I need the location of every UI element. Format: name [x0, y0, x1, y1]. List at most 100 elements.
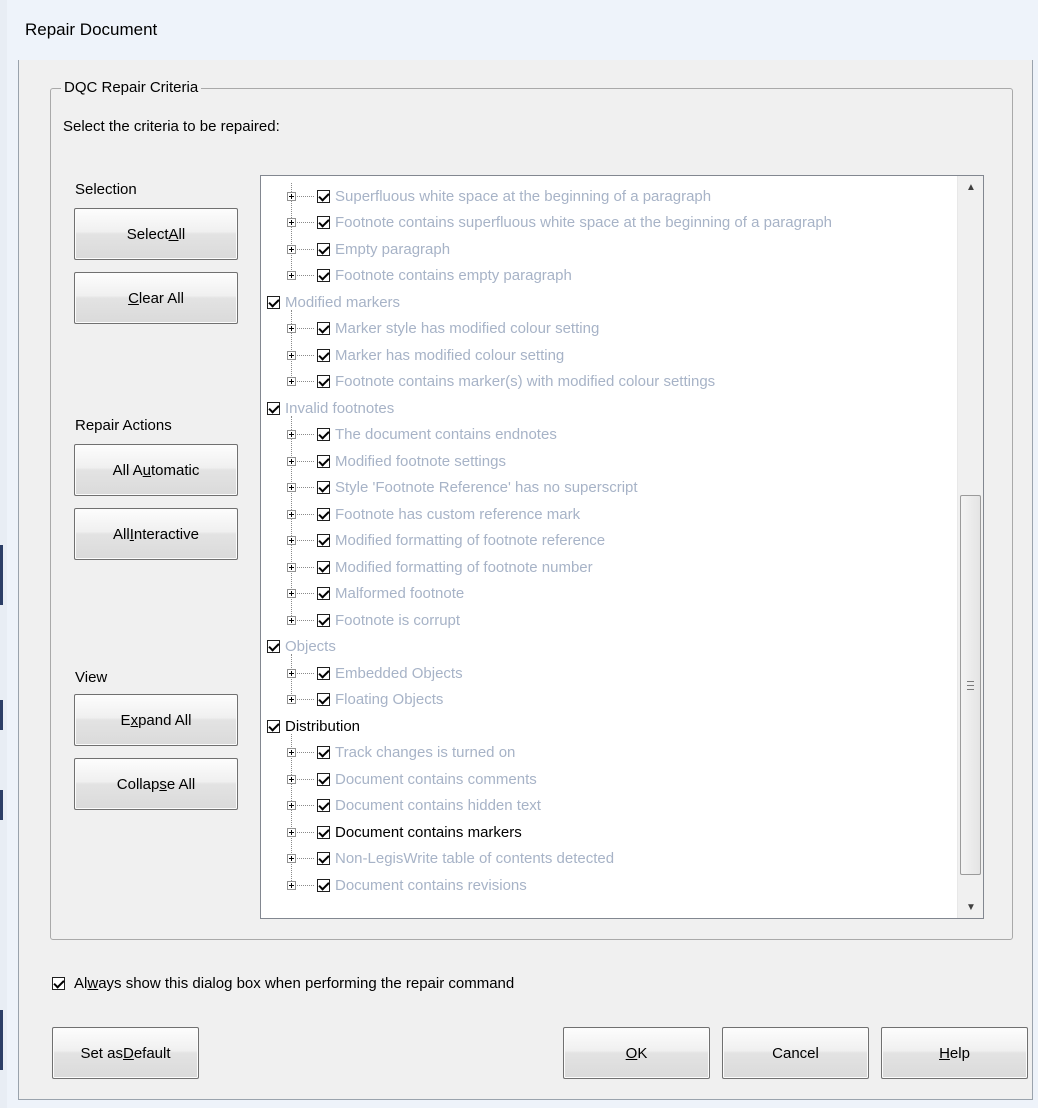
expand-plus-icon[interactable] [287, 562, 296, 572]
expand-plus-icon[interactable] [287, 191, 296, 201]
tree-item[interactable]: Empty paragraph [287, 236, 450, 262]
tree-item[interactable]: Superfluous white space at the beginning… [287, 183, 711, 209]
tree-group-node[interactable]: Objects [267, 634, 336, 660]
collapse-all-button[interactable]: Collap s e All [74, 758, 238, 810]
all-interactive-button[interactable]: All Interactive [74, 508, 238, 560]
expand-plus-icon[interactable] [287, 801, 296, 810]
tree-scrollbar[interactable]: ▲ ▼ [957, 176, 983, 918]
always-show-checkbox[interactable]: Al w ays show this dialog box when perform… [52, 975, 514, 992]
tree-item[interactable]: Document contains comments [287, 766, 537, 792]
tree-checkbox[interactable] [317, 242, 330, 256]
tree-checkbox[interactable] [317, 746, 330, 759]
tree-checkbox[interactable] [267, 640, 280, 653]
tree-item[interactable]: The document contains endnotes [287, 422, 557, 448]
tree-item[interactable]: Style 'Footnote Reference' has no supers… [287, 475, 638, 501]
scrollbar-thumb[interactable] [960, 495, 981, 875]
tree-group-node[interactable]: Invalid footnotes [267, 395, 394, 421]
tree-item[interactable]: Footnote has custom reference mark [287, 501, 580, 527]
expand-plus-icon[interactable] [287, 483, 296, 492]
expand-plus-icon[interactable] [287, 854, 296, 863]
expand-plus-icon[interactable] [287, 827, 296, 837]
tree-item[interactable]: Footnote is corrupt [287, 607, 460, 633]
expand-plus-icon[interactable] [287, 536, 296, 545]
tree-item[interactable]: Non-LegisWrite table of contents detecte… [287, 846, 614, 872]
tree-checkbox[interactable] [317, 534, 330, 547]
expand-plus-icon[interactable] [287, 218, 296, 227]
tree-item[interactable]: Modified formatting of footnote referenc… [287, 528, 605, 554]
tree-item-label: Empty paragraph [335, 240, 451, 258]
tree-checkbox[interactable] [317, 666, 330, 680]
ok-button[interactable]: OK [563, 1027, 710, 1079]
tree-item[interactable]: Footnote contains marker(s) with modifie… [287, 369, 715, 395]
tree-item[interactable]: Embedded Objects [287, 660, 463, 686]
tree-checkbox[interactable] [317, 322, 330, 335]
tree-checkbox[interactable] [317, 507, 330, 521]
clear-all-button[interactable]: Clear All [74, 272, 238, 324]
expand-plus-icon[interactable] [287, 509, 296, 519]
tree-checkbox[interactable] [317, 481, 330, 494]
expand-plus-icon[interactable] [287, 695, 296, 704]
tree-connector [297, 328, 314, 329]
expand-plus-icon[interactable] [287, 350, 296, 360]
help-button[interactable]: Help [881, 1027, 1028, 1079]
tree-checkbox[interactable] [317, 852, 330, 865]
tree-item[interactable]: Floating Objects [287, 687, 443, 713]
tree-item[interactable]: Footnote contains superfluous white spac… [287, 210, 832, 236]
tree-checkbox[interactable] [317, 613, 330, 627]
tree-checkbox[interactable] [317, 216, 330, 229]
expand-plus-icon[interactable] [287, 430, 296, 439]
tree-group-node[interactable]: Distribution [267, 713, 360, 739]
expand-plus-icon[interactable] [287, 271, 296, 280]
tree-checkbox[interactable] [317, 269, 330, 282]
criteria-tree-view[interactable]: Superfluous white space at the beginning… [260, 175, 984, 919]
tree-item-label: Footnote contains superfluous white spac… [335, 214, 833, 231]
tree-item[interactable]: Footnote contains empty paragraph [287, 263, 572, 289]
tree-checkbox[interactable] [267, 401, 280, 415]
tree-connector [297, 434, 314, 435]
tree-checkbox[interactable] [317, 825, 330, 839]
expand-plus-icon[interactable] [287, 748, 296, 757]
tree-checkbox[interactable] [317, 454, 330, 468]
tree-checkbox[interactable] [317, 587, 330, 600]
arrow-up-icon[interactable]: ▲ [958, 176, 983, 198]
set-as-default-button[interactable]: Set as Default [52, 1027, 199, 1079]
tree-checkbox[interactable] [317, 348, 330, 362]
expand-plus-icon[interactable] [287, 880, 296, 890]
checkbox-icon[interactable] [52, 977, 65, 990]
tree-item[interactable]: Modified footnote settings [287, 448, 506, 474]
tree-item[interactable]: Document contains markers [287, 819, 522, 845]
tree-item[interactable]: Marker has modified colour setting [287, 342, 564, 368]
all-automatic-button[interactable]: All Au tomatic [74, 444, 238, 496]
tree-item-label: Non-LegisWrite table of contents detecte… [335, 850, 615, 867]
tree-checkbox[interactable] [267, 719, 280, 733]
expand-plus-icon[interactable] [287, 615, 296, 625]
tree-item[interactable]: Malformed footnote [287, 581, 464, 607]
select-all-button[interactable]: Select All [74, 208, 238, 260]
title-bar[interactable]: Repair Document [7, 0, 1038, 60]
tree-checkbox[interactable] [317, 799, 330, 812]
tree-checkbox[interactable] [317, 560, 330, 574]
tree-item[interactable]: Marker style has modified colour setting [287, 316, 599, 342]
cancel-button[interactable]: Cancel [722, 1027, 869, 1079]
tree-item[interactable]: Document contains hidden text [287, 793, 541, 819]
expand-plus-icon[interactable] [287, 324, 296, 333]
expand-plus-icon[interactable] [287, 668, 296, 678]
tree-item[interactable]: Document contains revisions [287, 872, 527, 898]
tree-checkbox[interactable] [317, 189, 330, 203]
tree-checkbox[interactable] [317, 693, 330, 706]
expand-plus-icon[interactable] [287, 774, 296, 784]
expand-plus-icon[interactable] [287, 377, 296, 386]
tree-item[interactable]: Track changes is turned on [287, 740, 515, 766]
tree-checkbox[interactable] [317, 878, 330, 892]
tree-group-node[interactable]: Modified markers [267, 289, 400, 315]
tree-checkbox[interactable] [317, 375, 330, 388]
expand-plus-icon[interactable] [287, 244, 296, 254]
tree-item[interactable]: Modified formatting of footnote number [287, 554, 593, 580]
expand-all-button[interactable]: Ex pand All [74, 694, 238, 746]
tree-checkbox[interactable] [267, 295, 280, 309]
expand-plus-icon[interactable] [287, 589, 296, 598]
tree-checkbox[interactable] [317, 428, 330, 441]
arrow-down-icon[interactable]: ▼ [958, 896, 983, 918]
tree-checkbox[interactable] [317, 772, 330, 786]
expand-plus-icon[interactable] [287, 456, 296, 466]
